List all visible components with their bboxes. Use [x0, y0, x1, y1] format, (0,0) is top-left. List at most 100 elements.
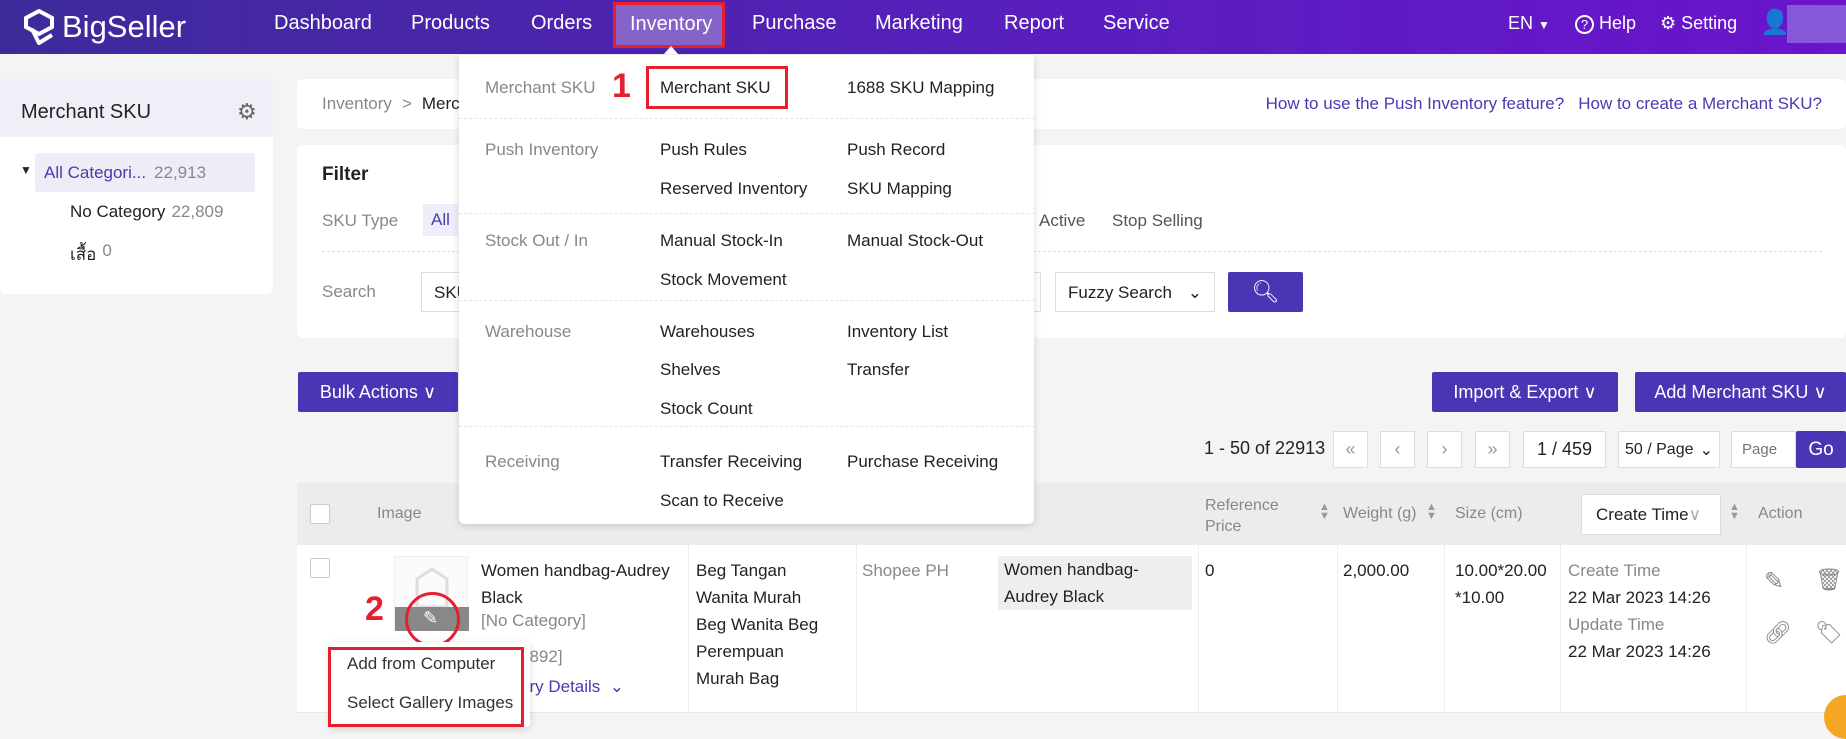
import-export-button[interactable]: Import & Export ∨: [1432, 372, 1618, 412]
menu-reserved-inventory[interactable]: Reserved Inventory: [660, 179, 807, 199]
prev-page-button[interactable]: ‹: [1380, 431, 1415, 468]
create-sku-help-link[interactable]: How to create a Merchant SKU?: [1578, 94, 1822, 114]
nav-inventory[interactable]: Inventory: [613, 2, 725, 48]
menu-manual-stock-out[interactable]: Manual Stock-Out: [847, 231, 983, 251]
menu-purchase-receiving[interactable]: Purchase Receiving: [847, 452, 998, 472]
category-all[interactable]: All Categori... 22,913: [35, 153, 255, 192]
nav-orders[interactable]: Orders: [531, 0, 592, 54]
help-label: Help: [1599, 13, 1637, 33]
bulk-actions-button[interactable]: Bulk Actions ∨: [298, 372, 458, 412]
panel-title: Merchant SKU: [21, 101, 152, 123]
last-page-button[interactable]: »: [1475, 431, 1510, 468]
bulk-actions-label: Bulk Actions: [319, 381, 418, 402]
search-mode-value: Fuzzy Search: [1068, 283, 1172, 302]
tag-icon[interactable]: 🏷︎: [1815, 620, 1843, 646]
select-all-checkbox[interactable]: [310, 504, 330, 524]
add-from-computer-option[interactable]: Add from Computer: [347, 654, 495, 674]
nav-report[interactable]: Report: [1004, 0, 1064, 54]
create-time-label: Create Time: [1568, 561, 1661, 580]
menu-merchant-sku[interactable]: Merchant SKU: [660, 78, 771, 98]
breadcrumb: Inventory > Merc: [322, 94, 460, 114]
language-select[interactable]: EN ▼: [1508, 0, 1550, 54]
chevron-down-icon: ∨: [422, 381, 437, 402]
menu-1688-sku-mapping[interactable]: 1688 SKU Mapping: [847, 78, 994, 98]
menu-stock-count[interactable]: Stock Count: [660, 399, 753, 419]
size: 10.00*20.00 *10.00: [1455, 561, 1547, 607]
caret-down-icon: ▼: [1538, 18, 1550, 32]
chevron-down-icon: ⌄: [1699, 441, 1713, 459]
bigseller-logo-icon: [24, 9, 54, 45]
go-button[interactable]: Go: [1796, 431, 1846, 468]
delete-icon[interactable]: 🗑︎: [1815, 567, 1843, 593]
push-inventory-help-link[interactable]: How to use the Push Inventory feature?: [1266, 94, 1565, 114]
menu-caret: [664, 46, 678, 54]
search-button[interactable]: 🔍︎: [1228, 272, 1303, 312]
help-link[interactable]: ? Help: [1575, 0, 1636, 54]
category-count: 22,913: [154, 162, 207, 182]
language-label: EN: [1508, 13, 1534, 33]
next-page-button[interactable]: ›: [1427, 431, 1462, 468]
header-weight[interactable]: Weight (g): [1343, 505, 1417, 523]
link-icon[interactable]: 🔗︎: [1764, 620, 1792, 646]
menu-manual-stock-in[interactable]: Manual Stock-In: [660, 231, 783, 251]
row-checkbox[interactable]: [310, 558, 330, 578]
menu-warehouses[interactable]: Warehouses: [660, 322, 755, 342]
category-count: 0: [102, 241, 112, 260]
menu-stock-movement[interactable]: Stock Movement: [660, 270, 787, 290]
product-name[interactable]: Women handbag-Audrey Black: [481, 557, 671, 611]
logo-text: BigSeller: [62, 9, 187, 44]
filter-title: Filter: [322, 164, 369, 185]
breadcrumb-current: Merc: [421, 94, 460, 113]
update-time-value: 22 Mar 2023 14:26: [1568, 642, 1711, 661]
breadcrumb-inventory[interactable]: Inventory: [322, 94, 392, 114]
menu-group-stock: Stock Out / In: [485, 231, 588, 250]
search-mode-select[interactable]: Fuzzy Search ⌄: [1055, 272, 1215, 312]
nav-products[interactable]: Products: [411, 0, 490, 54]
sort-icon[interactable]: ▲ ▼: [1729, 502, 1740, 522]
menu-transfer[interactable]: Transfer: [847, 360, 910, 380]
nav-service[interactable]: Service: [1103, 0, 1170, 54]
pagination-range: 1 - 50 of 22913: [1204, 438, 1326, 458]
sort-icon[interactable]: ▲ ▼: [1426, 502, 1437, 522]
sort-icon[interactable]: ▲ ▼: [1319, 502, 1330, 522]
import-export-label: Import & Export: [1453, 381, 1579, 402]
chevron-down-icon: ⌄: [1187, 283, 1202, 302]
weight: 2,000.00: [1343, 561, 1410, 580]
nav-marketing[interactable]: Marketing: [875, 0, 963, 54]
setting-link[interactable]: ⚙ Setting: [1660, 0, 1737, 54]
category-no-category[interactable]: No Category 22,809: [70, 202, 223, 222]
per-page-select[interactable]: 50 / Page ⌄: [1618, 431, 1720, 468]
menu-group-push-inventory: Push Inventory: [485, 140, 599, 159]
status-stop-selling[interactable]: Stop Selling: [1112, 211, 1203, 231]
caret-down-icon[interactable]: ▼: [20, 163, 32, 177]
user-name-redacted: [1787, 5, 1846, 43]
page-input[interactable]: [1731, 431, 1796, 468]
status-active[interactable]: Active: [1039, 211, 1085, 231]
nav-purchase[interactable]: Purchase: [752, 0, 837, 54]
menu-sku-mapping[interactable]: SKU Mapping: [847, 179, 952, 199]
gear-icon[interactable]: ⚙: [237, 99, 257, 125]
first-page-button[interactable]: «: [1333, 431, 1368, 468]
select-gallery-images-option[interactable]: Select Gallery Images: [347, 693, 513, 713]
add-merchant-sku-button[interactable]: Add Merchant SKU ∨: [1635, 372, 1846, 412]
nav-dashboard[interactable]: Dashboard: [274, 0, 372, 54]
menu-push-rules[interactable]: Push Rules: [660, 140, 747, 160]
menu-push-record[interactable]: Push Record: [847, 140, 945, 160]
header-reference-price[interactable]: Reference Price: [1205, 495, 1285, 537]
inventory-details-link[interactable]: ory Details ⌄: [520, 673, 624, 700]
menu-group-receiving: Receiving: [485, 452, 560, 471]
category-count: 22,809: [171, 202, 224, 221]
category-shirt[interactable]: เสื้อ 0: [70, 241, 112, 268]
sku-type-all[interactable]: All: [423, 204, 458, 236]
menu-scan-to-receive[interactable]: Scan to Receive: [660, 491, 784, 511]
search-icon: 🔍︎: [1251, 279, 1280, 304]
menu-transfer-receiving[interactable]: Transfer Receiving: [660, 452, 802, 472]
menu-inventory-list[interactable]: Inventory List: [847, 322, 948, 342]
edit-icon[interactable]: ✎: [1764, 567, 1784, 596]
logo[interactable]: BigSeller: [24, 9, 186, 45]
setting-label: Setting: [1681, 13, 1738, 33]
menu-shelves[interactable]: Shelves: [660, 360, 720, 380]
create-time-sort-select[interactable]: Create Time∨: [1581, 494, 1721, 535]
inventory-dropdown-menu: Merchant SKU 1 Merchant SKU 1688 SKU Map…: [459, 55, 1034, 524]
user-icon[interactable]: 👤: [1760, 0, 1790, 54]
